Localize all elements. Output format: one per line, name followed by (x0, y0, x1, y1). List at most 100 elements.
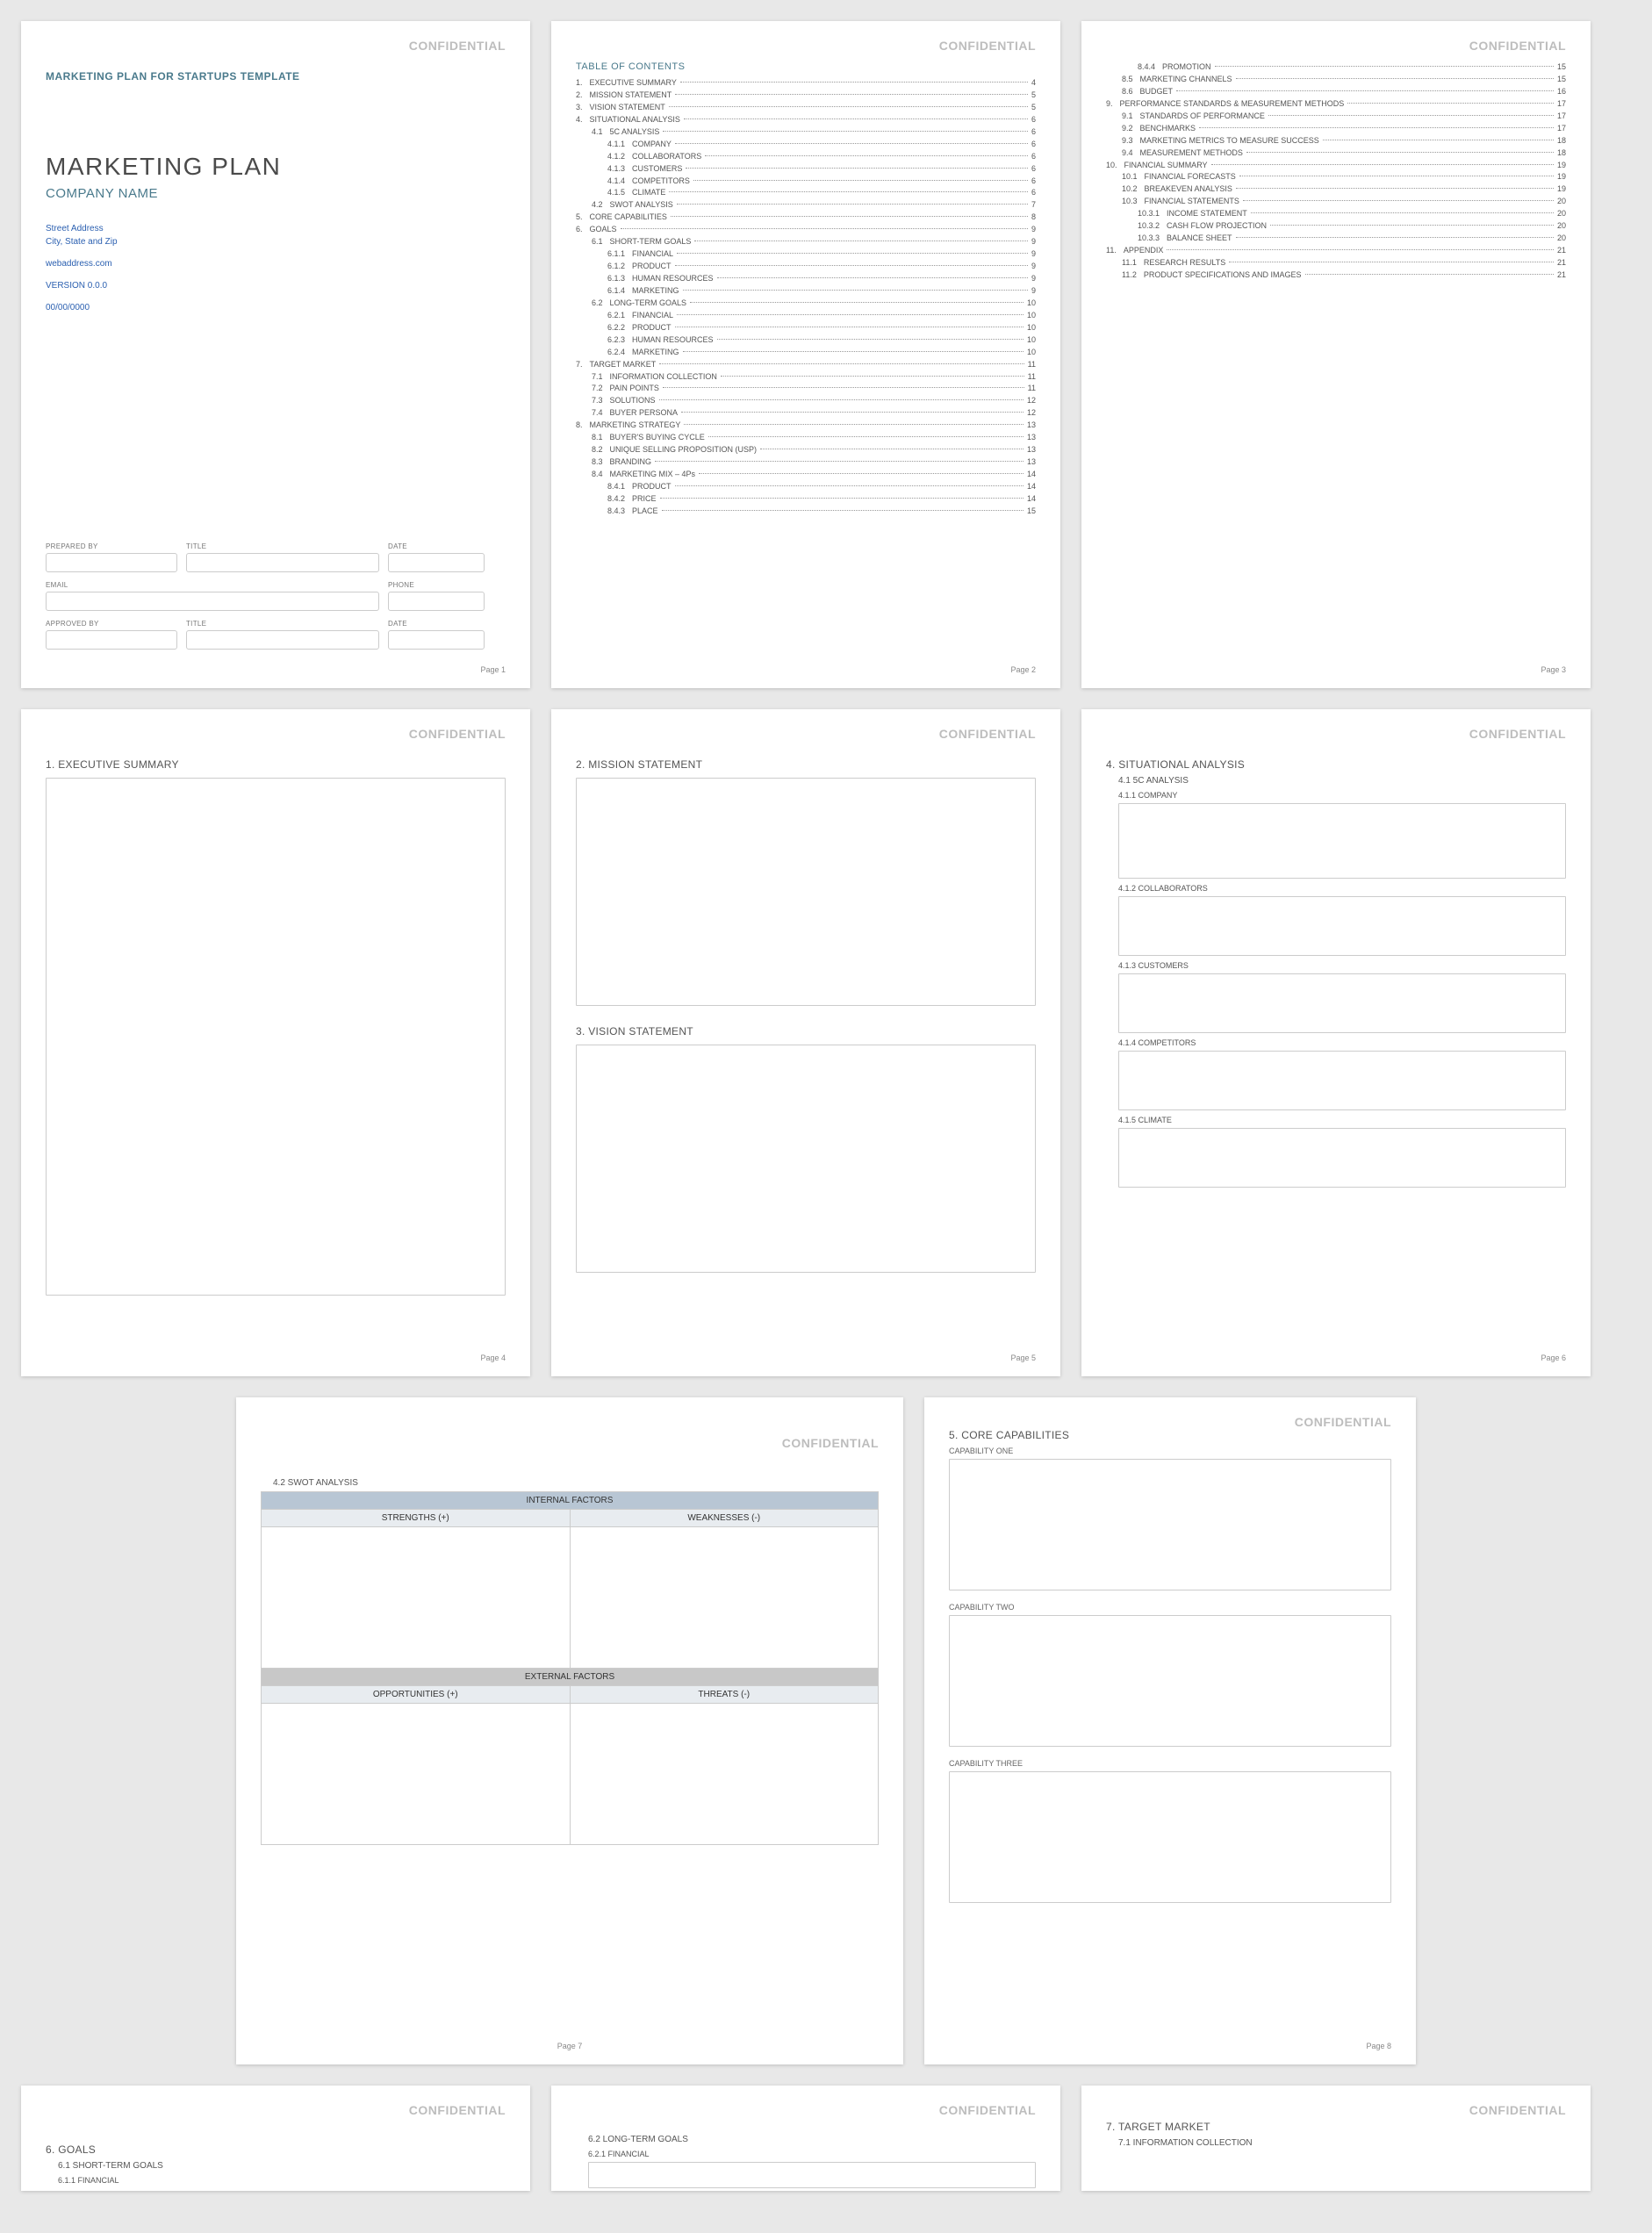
toc-entry[interactable]: 6.2.1FINANCIAL10 (576, 310, 1036, 322)
sec-st-financial: 6.1.1 FINANCIAL (46, 2176, 506, 2185)
toc-entry[interactable]: 8.6BUDGET16 (1106, 86, 1566, 98)
toc-entry[interactable]: 8.4MARKETING MIX – 4Ps14 (576, 469, 1036, 481)
swot-threats-cell[interactable] (571, 1704, 879, 1844)
input-approved-by[interactable] (46, 630, 177, 650)
toc-entry-label: CASH FLOW PROJECTION (1167, 220, 1267, 233)
toc-entry[interactable]: 6.1.3HUMAN RESOURCES9 (576, 273, 1036, 285)
toc-entry[interactable]: 6.1.2PRODUCT9 (576, 261, 1036, 273)
toc-entry[interactable]: 8.4.1PRODUCT14 (576, 481, 1036, 493)
toc-entry-page: 20 (1557, 220, 1566, 233)
toc-entry[interactable]: 11.APPENDIX21 (1106, 245, 1566, 257)
toc-leader-dots (1243, 200, 1554, 201)
customers-box[interactable] (1118, 973, 1566, 1033)
toc-entry[interactable]: 4.1.3CUSTOMERS6 (576, 163, 1036, 176)
input-date-2[interactable] (388, 630, 485, 650)
toc-entry[interactable]: 3.VISION STATEMENT5 (576, 102, 1036, 114)
toc-entry[interactable]: 6.1.1FINANCIAL9 (576, 248, 1036, 261)
input-phone[interactable] (388, 592, 485, 611)
toc-entry[interactable]: 8.5MARKETING CHANNELS15 (1106, 74, 1566, 86)
confidential-watermark: CONFIDENTIAL (409, 727, 506, 741)
toc-entry-label: FINANCIAL SUMMARY (1124, 160, 1208, 172)
toc-entry[interactable]: 8.3BRANDING13 (576, 456, 1036, 469)
toc-entry[interactable]: 2.MISSION STATEMENT5 (576, 90, 1036, 102)
sec-goals: 6. GOALS (46, 2143, 506, 2156)
toc-entry-number: 6.2.1 (607, 310, 632, 322)
page-row-2: CONFIDENTIAL 1. EXECUTIVE SUMMARY Page 4… (21, 709, 1631, 1376)
toc-entry[interactable]: 6.1SHORT-TERM GOALS9 (576, 236, 1036, 248)
toc-entry[interactable]: 1.EXECUTIVE SUMMARY4 (576, 77, 1036, 90)
input-email[interactable] (46, 592, 379, 611)
toc-entry[interactable]: 10.1FINANCIAL FORECASTS19 (1106, 171, 1566, 183)
toc-entry[interactable]: 4.1.5CLIMATE6 (576, 187, 1036, 199)
toc-entry[interactable]: 5.CORE CAPABILITIES8 (576, 212, 1036, 224)
cap-one-box[interactable] (949, 1459, 1391, 1590)
toc-entry-label: PRODUCT (632, 322, 672, 334)
page-4: CONFIDENTIAL 1. EXECUTIVE SUMMARY Page 4 (21, 709, 530, 1376)
cap-three-box[interactable] (949, 1771, 1391, 1903)
toc-entry[interactable]: 8.2UNIQUE SELLING PROPOSITION (USP)13 (576, 444, 1036, 456)
toc-entry[interactable]: 9.4MEASUREMENT METHODS18 (1106, 147, 1566, 160)
toc-entry[interactable]: 4.1.2COLLABORATORS6 (576, 151, 1036, 163)
input-title-2[interactable] (186, 630, 379, 650)
toc-entry[interactable]: 4.1.1COMPANY6 (576, 139, 1036, 151)
toc-entry[interactable]: 11.1RESEARCH RESULTS21 (1106, 257, 1566, 269)
lt-financial-box[interactable] (588, 2162, 1036, 2188)
collaborators-box[interactable] (1118, 896, 1566, 956)
cap-two-box[interactable] (949, 1615, 1391, 1747)
toc-leader-dots (683, 351, 1024, 352)
toc-entry[interactable]: 8.1BUYER'S BUYING CYCLE13 (576, 432, 1036, 444)
toc-entry[interactable]: 10.3.2CASH FLOW PROJECTION20 (1106, 220, 1566, 233)
toc-entry[interactable]: 6.GOALS9 (576, 224, 1036, 236)
page-7: CONFIDENTIAL 4.2 SWOT ANALYSIS INTERNAL … (236, 1397, 903, 2064)
executive-summary-box[interactable] (46, 778, 506, 1296)
toc-entry[interactable]: 7.3SOLUTIONS12 (576, 395, 1036, 407)
input-title-1[interactable] (186, 553, 379, 572)
toc-entry-page: 13 (1027, 456, 1036, 469)
toc-leader-dots (655, 461, 1024, 462)
toc-entry[interactable]: 6.2.4MARKETING10 (576, 347, 1036, 359)
toc-entry[interactable]: 10.3FINANCIAL STATEMENTS20 (1106, 196, 1566, 208)
toc-entry[interactable]: 8.4.3PLACE15 (576, 506, 1036, 518)
toc-entry[interactable]: 6.2LONG-TERM GOALS10 (576, 298, 1036, 310)
swot-opportunities-cell[interactable] (262, 1704, 571, 1844)
toc-entry[interactable]: 8.4.2PRICE14 (576, 493, 1036, 506)
toc-entry[interactable]: 9.1STANDARDS OF PERFORMANCE17 (1106, 111, 1566, 123)
toc-entry-label: GOALS (590, 224, 617, 236)
mission-statement-box[interactable] (576, 778, 1036, 1006)
toc-entry[interactable]: 10.FINANCIAL SUMMARY19 (1106, 160, 1566, 172)
climate-box[interactable] (1118, 1128, 1566, 1188)
competitors-box[interactable] (1118, 1051, 1566, 1110)
toc-entry[interactable]: 4.1.4COMPETITORS6 (576, 176, 1036, 188)
toc-entry[interactable]: 4.15C ANALYSIS6 (576, 126, 1036, 139)
toc-entry[interactable]: 9.3MARKETING METRICS TO MEASURE SUCCESS1… (1106, 135, 1566, 147)
toc-entry[interactable]: 9.2BENCHMARKS17 (1106, 123, 1566, 135)
vision-statement-box[interactable] (576, 1045, 1036, 1273)
toc-entry[interactable]: 7.1INFORMATION COLLECTION11 (576, 371, 1036, 384)
toc-entry[interactable]: 6.1.4MARKETING9 (576, 285, 1036, 298)
toc-entry-label: PAIN POINTS (610, 383, 659, 395)
swot-threats-header: THREATS (-) (571, 1686, 879, 1704)
toc-entry[interactable]: 8.MARKETING STRATEGY13 (576, 420, 1036, 432)
toc-entry-page: 20 (1557, 233, 1566, 245)
toc-entry[interactable]: 4.2SWOT ANALYSIS7 (576, 199, 1036, 212)
toc-entry[interactable]: 8.4.4PROMOTION15 (1106, 61, 1566, 74)
toc-entry[interactable]: 7.2PAIN POINTS11 (576, 383, 1036, 395)
input-prepared-by[interactable] (46, 553, 177, 572)
swot-strengths-cell[interactable] (262, 1527, 571, 1668)
toc-entry[interactable]: 4.SITUATIONAL ANALYSIS6 (576, 114, 1036, 126)
toc-entry[interactable]: 6.2.2PRODUCT10 (576, 322, 1036, 334)
toc-entry[interactable]: 9.PERFORMANCE STANDARDS & MEASUREMENT ME… (1106, 98, 1566, 111)
toc-entry[interactable]: 6.2.3HUMAN RESOURCES10 (576, 334, 1036, 347)
toc-entry[interactable]: 10.3.1INCOME STATEMENT20 (1106, 208, 1566, 220)
toc-entry[interactable]: 10.3.3BALANCE SHEET20 (1106, 233, 1566, 245)
input-date-1[interactable] (388, 553, 485, 572)
toc-entry[interactable]: 11.2PRODUCT SPECIFICATIONS AND IMAGES21 (1106, 269, 1566, 282)
company-box[interactable] (1118, 803, 1566, 879)
toc-entry[interactable]: 7.4BUYER PERSONA12 (576, 407, 1036, 420)
toc-leader-dots (1305, 274, 1554, 275)
page-row-3: CONFIDENTIAL 4.2 SWOT ANALYSIS INTERNAL … (21, 1397, 1631, 2064)
toc-entry[interactable]: 7.TARGET MARKET11 (576, 359, 1036, 371)
toc-entry[interactable]: 10.2BREAKEVEN ANALYSIS19 (1106, 183, 1566, 196)
swot-weaknesses-cell[interactable] (571, 1527, 879, 1668)
confidential-watermark: CONFIDENTIAL (1469, 2103, 1566, 2117)
